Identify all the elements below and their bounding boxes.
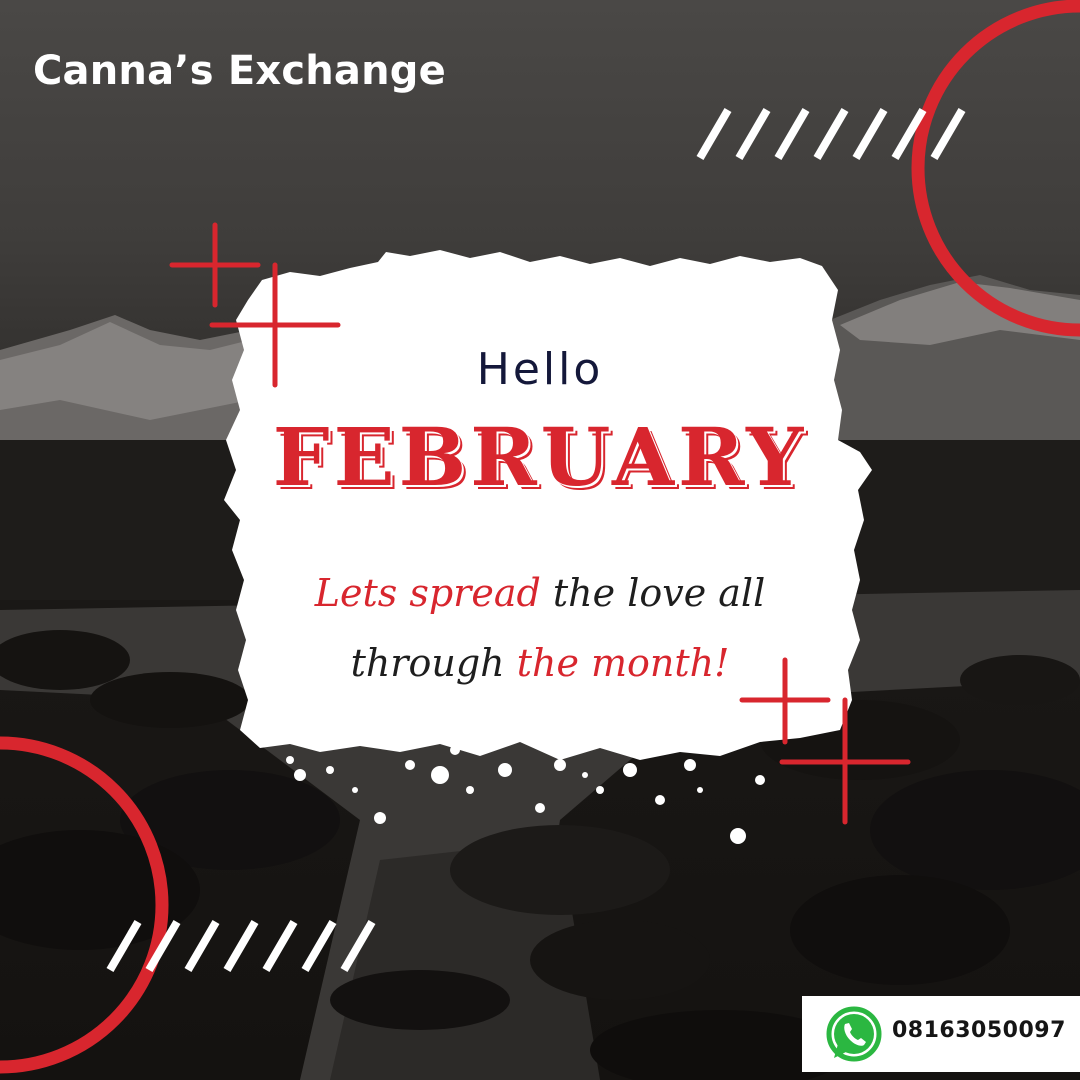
tagline-line-1: Lets spread the love all bbox=[280, 558, 800, 628]
tagline-red-part: Lets spread bbox=[314, 571, 541, 615]
brand-name: Canna’s Exchange bbox=[33, 48, 446, 94]
contact-box[interactable]: 08163050097 bbox=[802, 996, 1080, 1072]
whatsapp-icon bbox=[826, 1006, 882, 1062]
month-title: FEBRUARY bbox=[272, 410, 808, 504]
tagline-dark-part: the love all bbox=[540, 571, 766, 615]
tagline-dark-part: through bbox=[350, 641, 517, 685]
poster: Canna’s Exchange Hello FEBRUARY Lets spr… bbox=[0, 0, 1080, 1080]
sparkle-cross-group-bottom-right bbox=[739, 657, 911, 825]
phone-number: 08163050097 bbox=[892, 1018, 1066, 1043]
greeting-text: Hello bbox=[476, 344, 604, 395]
tagline-line-2: through the month! bbox=[280, 628, 800, 698]
tagline-red-part: the month! bbox=[516, 641, 730, 685]
tagline: Lets spread the love all through the mon… bbox=[280, 558, 800, 698]
